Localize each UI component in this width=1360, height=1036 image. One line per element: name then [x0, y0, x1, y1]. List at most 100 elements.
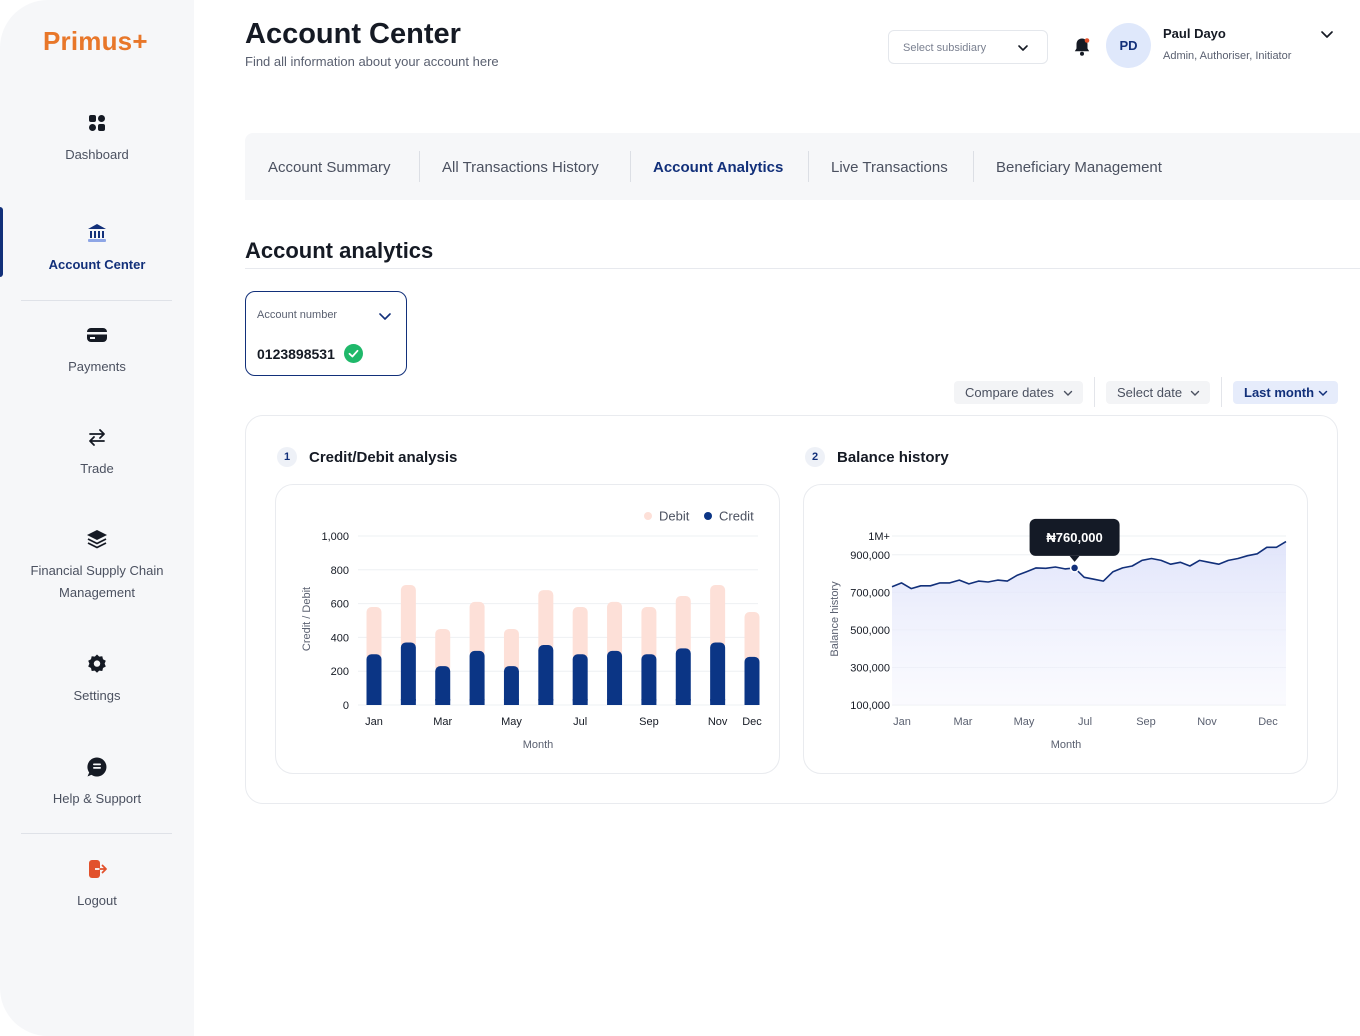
- chevron-down-icon: [1318, 390, 1328, 397]
- debit-bar: [469, 601, 485, 657]
- period-select-button[interactable]: Last month: [1233, 381, 1338, 404]
- sidebar-item-help-support[interactable]: Help & Support: [0, 756, 194, 810]
- swap-icon: [89, 429, 105, 446]
- chevron-down-icon: [1063, 390, 1073, 396]
- sidebar-item-dashboard[interactable]: Dashboard: [0, 112, 194, 166]
- credit-bar: [366, 654, 382, 705]
- tab-account-analytics[interactable]: Account Analytics: [653, 159, 783, 176]
- legend-swatch-credit: [704, 512, 712, 520]
- nav-divider: [21, 300, 172, 301]
- tab-account-summary[interactable]: Account Summary: [268, 159, 391, 176]
- sidebar-item-label: Payments: [68, 359, 126, 374]
- compare-dates-button[interactable]: Compare dates: [954, 381, 1083, 404]
- x-tick-label: Mar: [433, 716, 452, 728]
- sidebar-item-label: Account Center: [48, 257, 146, 272]
- x-tick-label: Jul: [573, 716, 587, 728]
- credit-bar: [675, 648, 691, 705]
- x-tick-label: Mar: [954, 716, 973, 728]
- credit-bar: [469, 699, 485, 705]
- section-title: Account analytics: [245, 238, 434, 263]
- sidebar-item-label: Financial Supply Chain Management: [30, 563, 164, 600]
- credit-bar: [366, 699, 382, 705]
- legend-label-debit: Debit: [659, 509, 690, 524]
- credit-bar: [744, 656, 760, 705]
- y-tick-label: 400: [331, 632, 349, 644]
- avatar[interactable]: PD: [1106, 23, 1151, 68]
- tab-beneficiary-management[interactable]: Beneficiary Management: [996, 159, 1162, 176]
- filter-label: Compare dates: [965, 385, 1054, 400]
- account-number-value: 0123898531: [257, 346, 335, 362]
- chevron-down-icon: [1190, 390, 1200, 396]
- sidebar-item-label: Settings: [73, 688, 121, 703]
- layers-icon: [87, 530, 107, 549]
- section-divider: [245, 268, 1360, 269]
- credit-bar: [538, 645, 554, 705]
- y-tick-label: 0: [343, 700, 349, 712]
- sidebar-item-payments[interactable]: Payments: [0, 324, 194, 378]
- credit-debit-chart-title: Credit/Debit analysis: [309, 449, 458, 466]
- y-tick-label: 500,000: [850, 625, 890, 637]
- tab-all-transactions-history[interactable]: All Transactions History: [442, 159, 599, 176]
- sidebar-item-settings[interactable]: Settings: [0, 653, 194, 707]
- balance-history-chart-title: Balance history: [837, 449, 949, 466]
- logout-icon: [89, 860, 107, 878]
- x-tick-label: May: [501, 716, 522, 728]
- balance-history-chart-card: 100,000 300,000 500,000 700,000 900,000 1M+ Ja…: [803, 484, 1308, 774]
- sidebar-item-account-center[interactable]: Account Center: [0, 222, 194, 276]
- credit-bar: [469, 650, 485, 705]
- highlight-point: [1069, 563, 1080, 573]
- tab-divider: [419, 151, 420, 182]
- y-tick-label: 1M+: [868, 531, 890, 543]
- user-name: Paul Dayo: [1163, 26, 1226, 41]
- filter-divider: [1221, 377, 1222, 407]
- debit-bar: [607, 601, 623, 657]
- filter-label: Last month: [1244, 385, 1315, 400]
- sidebar-item-logout[interactable]: Logout: [0, 858, 194, 912]
- credit-bar: [503, 699, 519, 705]
- account-number-select[interactable]: Account number 0123898531: [245, 291, 407, 376]
- filter-divider: [1094, 377, 1095, 407]
- credit-bar: [400, 699, 416, 705]
- x-tick-label: May: [1014, 716, 1035, 728]
- x-tick-label: Nov: [708, 716, 728, 728]
- dashboard-icon: [89, 115, 105, 131]
- balance-history-chart: 100,000 300,000 500,000 700,000 900,000 1M+ Ja…: [829, 518, 1287, 751]
- subsidiary-select[interactable]: Select subsidiary: [888, 30, 1048, 64]
- credit-bar: [607, 699, 623, 705]
- credit-bar: [435, 699, 451, 705]
- credit-debit-chart-card: 0 200 400 600 800 1,000 Jan Mar May Jul Sep Nov Dec M…: [275, 484, 780, 774]
- debit-bar: [503, 628, 519, 673]
- x-tick-label: Jul: [1078, 716, 1092, 728]
- y-tick-label: 800: [331, 565, 349, 577]
- sidebar-item-financial-supply-chain[interactable]: Financial Supply Chain Management: [0, 528, 194, 604]
- chevron-down-icon: [379, 313, 391, 320]
- credit-bar: [538, 699, 554, 705]
- select-date-button[interactable]: Select date: [1106, 381, 1210, 404]
- tab-divider: [808, 151, 809, 182]
- notification-bell-icon[interactable]: [1073, 37, 1091, 57]
- sidebar-item-trade[interactable]: Trade: [0, 426, 194, 480]
- tab-live-transactions[interactable]: Live Transactions: [831, 159, 948, 176]
- account-number-label: Account number: [257, 309, 338, 321]
- card-icon: [87, 328, 107, 342]
- nav-divider: [21, 833, 172, 834]
- debit-bar: [538, 590, 554, 652]
- subsidiary-placeholder: Select subsidiary: [903, 42, 987, 54]
- credit-bar: [710, 699, 726, 705]
- debit-bar: [710, 585, 726, 649]
- chevron-down-icon[interactable]: [1320, 27, 1334, 41]
- debit-bar: [744, 612, 760, 663]
- credit-bar: [400, 642, 416, 705]
- legend-swatch-debit: [644, 512, 652, 520]
- y-tick-label: 300,000: [850, 662, 890, 674]
- tab-divider: [630, 151, 631, 182]
- credit-bar: [744, 699, 760, 705]
- y-tick-label: 700,000: [850, 587, 890, 599]
- y-tick-label: 100,000: [850, 700, 890, 712]
- x-tick-label: Jan: [893, 716, 911, 728]
- debit-bar: [366, 606, 382, 661]
- x-axis-label: Month: [1051, 739, 1082, 751]
- user-role: Admin, Authoriser, Initiator: [1163, 50, 1292, 62]
- credit-bar: [572, 654, 588, 705]
- y-axis-label: Credit / Debit: [301, 587, 313, 651]
